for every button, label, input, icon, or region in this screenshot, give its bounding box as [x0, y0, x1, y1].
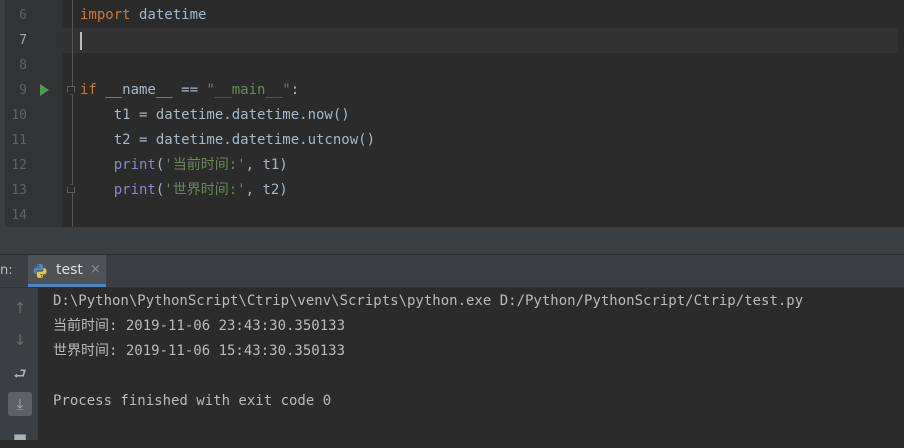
- line-number: 6: [19, 8, 27, 23]
- code-segment: datetime: [130, 7, 207, 23]
- line-number: 12: [11, 158, 27, 173]
- panel-splitter[interactable]: [0, 227, 904, 255]
- code-text: print('世界时间:', t2): [80, 178, 288, 203]
- code-segment: :: [290, 82, 300, 98]
- scroll-to-end-icon[interactable]: ⤓: [8, 392, 32, 416]
- print-icon[interactable]: ▬: [8, 424, 32, 448]
- code-line-9[interactable]: 9 if __name__ == "__main__":: [0, 78, 904, 103]
- line-number: 7: [19, 33, 27, 48]
- console-line: 当前时间: 2019-11-06 23:43:30.350133: [53, 318, 346, 334]
- python-icon: [33, 264, 47, 278]
- keyword: if: [80, 82, 97, 98]
- run-tab-label: test: [56, 262, 83, 278]
- line-number: 14: [11, 208, 27, 223]
- arrow-down-icon[interactable]: ↓: [8, 328, 32, 352]
- code-line-10[interactable]: 10 t1 = datetime.datetime.now(): [0, 103, 904, 128]
- code-editor[interactable]: 6 import datetime 7 8 9 if __name__ == "…: [0, 0, 904, 227]
- tool-window-title: n:: [0, 263, 13, 278]
- editor-scrollbar[interactable]: [898, 0, 904, 227]
- run-gutter-icon[interactable]: [40, 84, 49, 96]
- line-number: 8: [19, 58, 27, 73]
- code-text: print('当前时间:', t1): [80, 153, 288, 178]
- string-literal: "__main__": [206, 82, 291, 98]
- code-line-14[interactable]: 14: [0, 203, 904, 227]
- soft-wrap-icon[interactable]: ⮐: [8, 362, 32, 386]
- line-number: 11: [11, 133, 27, 148]
- code-line-13[interactable]: 13 print('世界时间:', t2): [0, 178, 904, 203]
- code-segment: __name__ ==: [96, 82, 207, 98]
- code-text: t1 = datetime.datetime.now(): [80, 107, 350, 123]
- builtin-function: print: [80, 157, 156, 173]
- keyword: import: [80, 7, 131, 23]
- code-segment: , t1): [245, 157, 288, 173]
- string-literal: '当前时间:': [164, 157, 246, 173]
- code-segment: , t2): [245, 182, 288, 198]
- code-text: if __name__ == "__main__":: [80, 78, 299, 103]
- code-line-12[interactable]: 12 print('当前时间:', t1): [0, 153, 904, 178]
- builtin-function: print: [80, 182, 156, 198]
- code-text: import datetime: [80, 3, 206, 28]
- code-line-8[interactable]: 8: [0, 53, 904, 78]
- active-tab-indicator: [28, 284, 106, 287]
- code-text: t2 = datetime.datetime.utcnow(): [80, 132, 376, 148]
- console-line: Process finished with exit code 0: [53, 393, 332, 409]
- console-line: 世界时间: 2019-11-06 15:43:30.350133: [53, 343, 346, 359]
- console-line: D:\Python\PythonScript\Ctrip\venv\Script…: [53, 293, 804, 309]
- console-toolbar: ↑ ↓ ⮐ ⤓ ▬: [0, 288, 38, 445]
- code-line-7[interactable]: 7: [0, 28, 904, 53]
- string-literal: '世界时间:': [164, 182, 246, 198]
- arrow-up-icon[interactable]: ↑: [8, 296, 32, 320]
- run-tool-window-header: n: test ×: [0, 255, 904, 288]
- close-icon[interactable]: ×: [90, 262, 101, 277]
- line-number: 10: [11, 108, 27, 123]
- line-number: 9: [19, 83, 27, 98]
- text-caret: [80, 32, 82, 50]
- line-number: 13: [11, 183, 27, 198]
- code-line-11[interactable]: 11 t2 = datetime.datetime.utcnow(): [0, 128, 904, 153]
- code-line-6[interactable]: 6 import datetime: [0, 3, 904, 28]
